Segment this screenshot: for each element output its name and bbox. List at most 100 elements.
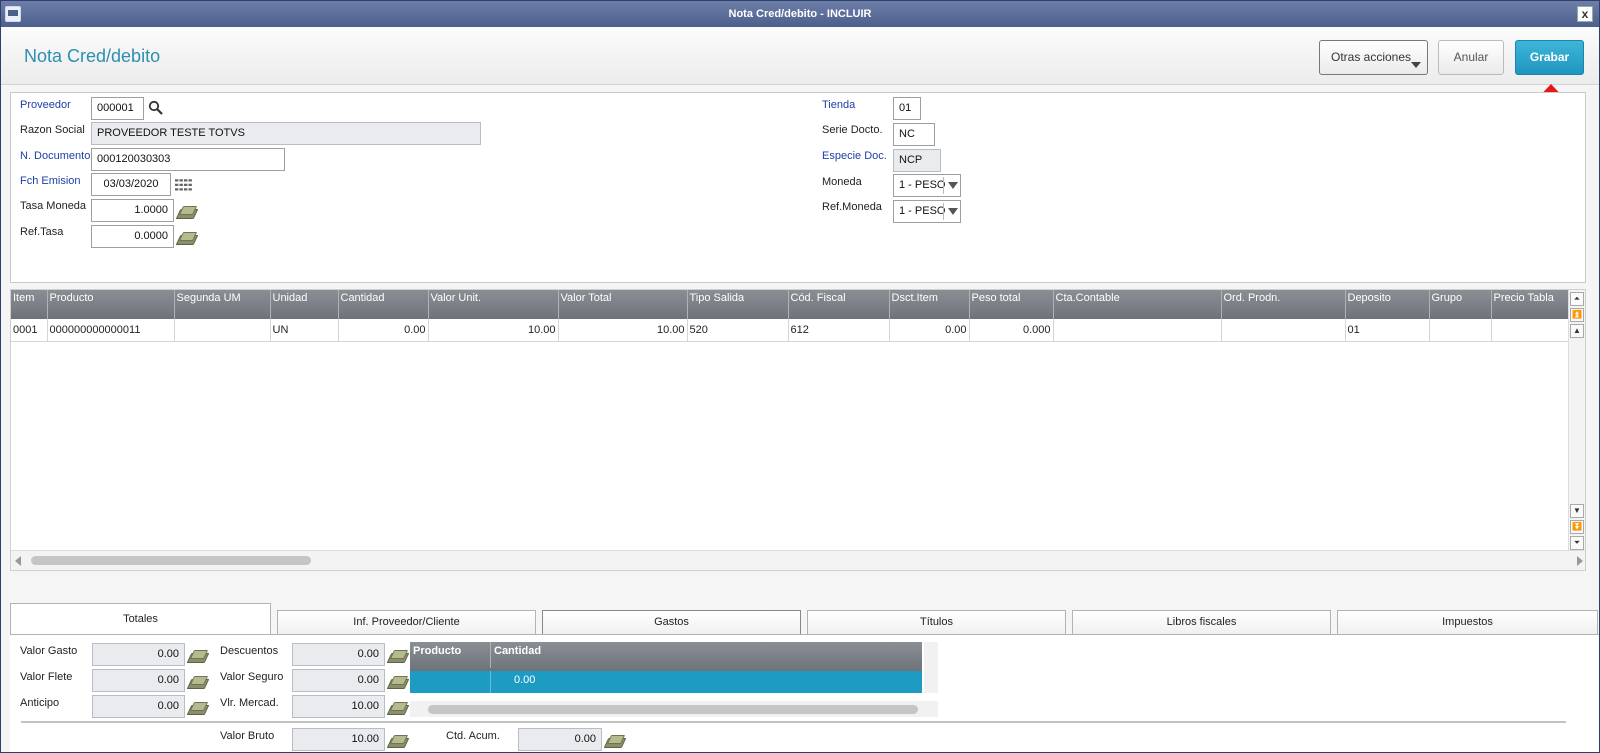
column-header-producto[interactable]: Producto — [47, 290, 175, 319]
cell-segunda-um[interactable] — [174, 319, 271, 342]
column-header-tipo-salida[interactable]: Tipo Salida — [687, 290, 789, 319]
cell-peso-total[interactable]: 0.000 — [969, 319, 1054, 342]
scroll-left-icon[interactable] — [15, 556, 21, 566]
money-icon[interactable] — [188, 701, 207, 715]
valor-bruto-field: 10.00 — [292, 728, 385, 751]
money-icon[interactable] — [177, 205, 196, 219]
especie-doc-field: NCP — [893, 149, 941, 172]
grabar-button[interactable]: Grabar — [1515, 40, 1584, 75]
cell-precio-tabla[interactable] — [1491, 319, 1570, 342]
scroll-right-icon[interactable] — [1577, 556, 1583, 566]
ref-moneda-value: 1 - PESO — [899, 205, 946, 217]
column-header-valor-unit[interactable]: Valor Unit. — [428, 290, 559, 319]
anular-button[interactable]: Anular — [1438, 40, 1504, 75]
scroll-page-up-icon[interactable]: ⏫ — [1570, 308, 1584, 322]
ref-tasa-input[interactable]: 0.0000 — [91, 225, 174, 248]
scroll-up-icon[interactable]: ▲ — [1570, 324, 1584, 338]
close-button[interactable]: x — [1577, 6, 1593, 22]
moneda-value: 1 - PESO — [899, 179, 946, 191]
table-row[interactable]: 0001 000000000000011 UN 0.00 10.00 10.00… — [11, 319, 1570, 342]
moneda-select[interactable]: 1 - PESO — [893, 174, 961, 197]
column-header-producto[interactable]: Producto — [413, 645, 461, 657]
money-icon[interactable] — [388, 734, 407, 748]
cell-item[interactable]: 0001 — [11, 319, 48, 342]
scrollbar-thumb[interactable] — [31, 556, 311, 565]
page-header: Nota Cred/debito Otras acciones Anular G… — [1, 27, 1599, 85]
otras-acciones-button[interactable]: Otras acciones — [1319, 40, 1428, 75]
mini-grid-horizontal-scrollbar[interactable] — [410, 701, 938, 717]
n-documento-input[interactable]: 000120030303 — [91, 148, 285, 171]
scroll-bottom-icon[interactable]: ⏷ — [1570, 536, 1584, 550]
valor-flete-label: Valor Flete — [20, 671, 73, 683]
cell-valor-unit[interactable]: 10.00 — [428, 319, 559, 342]
tab-titulos[interactable]: Títulos — [807, 610, 1066, 635]
window-title: Nota Cred/debito - INCLUIR — [728, 8, 872, 20]
column-header-valor-total[interactable]: Valor Total — [558, 290, 688, 319]
column-header-grupo[interactable]: Grupo — [1429, 290, 1492, 319]
especie-doc-label: Especie Doc. — [822, 150, 887, 162]
grid-horizontal-scrollbar[interactable] — [11, 550, 1585, 570]
money-icon[interactable] — [605, 734, 624, 748]
cell-grupo[interactable] — [1429, 319, 1492, 342]
cell-cta-contable[interactable] — [1053, 319, 1222, 342]
cell-producto[interactable]: 000000000000011 — [47, 319, 175, 342]
table-row[interactable]: 0.00 — [410, 671, 922, 693]
valor-gasto-label: Valor Gasto — [20, 645, 78, 657]
razon-social-label: Razon Social — [20, 124, 85, 136]
cell-unidad[interactable]: UN — [270, 319, 339, 342]
money-icon[interactable] — [188, 675, 207, 689]
cell-dsct-item[interactable]: 0.00 — [889, 319, 970, 342]
calendar-icon[interactable] — [175, 178, 193, 194]
column-header-ord-prodn[interactable]: Ord. Prodn. — [1221, 290, 1346, 319]
column-header-cod-fiscal[interactable]: Cód. Fiscal — [788, 290, 890, 319]
money-icon[interactable] — [188, 649, 207, 663]
money-icon[interactable] — [388, 649, 407, 663]
column-header-segunda-um[interactable]: Segunda UM — [174, 290, 271, 319]
money-icon[interactable] — [177, 231, 196, 245]
totals-mini-grid: Producto Cantidad 0.00 — [410, 642, 940, 722]
money-icon[interactable] — [388, 675, 407, 689]
column-header-unidad[interactable]: Unidad — [270, 290, 339, 319]
cell-cod-fiscal[interactable]: 612 — [788, 319, 890, 342]
scrollbar-thumb[interactable] — [428, 705, 918, 714]
column-header-peso-total[interactable]: Peso total — [969, 290, 1054, 319]
scroll-down-icon[interactable]: ▼ — [1570, 504, 1584, 518]
header-form-panel: Proveedor 000001 Razon Social PROVEEDOR … — [10, 92, 1586, 283]
descuentos-field: 0.00 — [292, 643, 385, 666]
razon-social-field: PROVEEDOR TESTE TOTVS — [91, 122, 481, 145]
tab-inf-proveedor-cliente[interactable]: Inf. Proveedor/Cliente — [277, 610, 536, 635]
column-header-cantidad[interactable]: Cantidad — [490, 642, 541, 668]
cell-deposito[interactable]: 01 — [1345, 319, 1430, 342]
column-header-cta-contable[interactable]: Cta.Contable — [1053, 290, 1222, 319]
column-header-cantidad[interactable]: Cantidad — [338, 290, 429, 319]
scroll-page-down-icon[interactable]: ⏬ — [1570, 520, 1584, 534]
fch-emision-input[interactable]: 03/03/2020 — [91, 173, 171, 196]
tasa-moneda-label: Tasa Moneda — [20, 200, 87, 212]
column-header-dsct-item[interactable]: Dsct.Item — [889, 290, 970, 319]
cell-ord-prodn[interactable] — [1221, 319, 1346, 342]
cell-cantidad[interactable]: 0.00 — [338, 319, 429, 342]
tasa-moneda-input[interactable]: 1.0000 — [91, 199, 174, 222]
cell-tipo-salida[interactable]: 520 — [687, 319, 789, 342]
ref-moneda-select[interactable]: 1 - PESO — [893, 200, 961, 223]
cell-cantidad[interactable]: 0.00 — [490, 671, 535, 693]
proveedor-input[interactable]: 000001 — [91, 97, 144, 120]
tab-impuestos[interactable]: Impuestos — [1337, 610, 1598, 635]
search-icon[interactable] — [147, 100, 165, 116]
column-header-precio-tabla[interactable]: Precio Tabla — [1491, 290, 1570, 319]
mini-grid-vertical-scrollbar[interactable] — [924, 642, 938, 693]
money-icon[interactable] — [388, 701, 407, 715]
serie-docto-input[interactable]: NC — [893, 123, 935, 146]
tienda-input[interactable]: 01 — [893, 97, 921, 120]
column-header-deposito[interactable]: Deposito — [1345, 290, 1430, 319]
page-title: Nota Cred/debito — [24, 46, 161, 66]
divider — [21, 721, 1566, 723]
column-header-item[interactable]: Item — [11, 290, 48, 319]
scroll-top-icon[interactable]: ⏶ — [1570, 292, 1584, 306]
tab-libros-fiscales[interactable]: Libros fiscales — [1072, 610, 1331, 635]
items-grid: Item Producto Segunda UM Unidad Cantidad… — [10, 289, 1586, 571]
grid-vertical-scrollbar[interactable]: ⏶ ⏫ ▲ ▼ ⏬ ⏷ — [1568, 290, 1585, 552]
cell-valor-total[interactable]: 10.00 — [558, 319, 688, 342]
tab-totales[interactable]: Totales — [10, 603, 271, 635]
tab-gastos[interactable]: Gastos — [542, 610, 801, 635]
